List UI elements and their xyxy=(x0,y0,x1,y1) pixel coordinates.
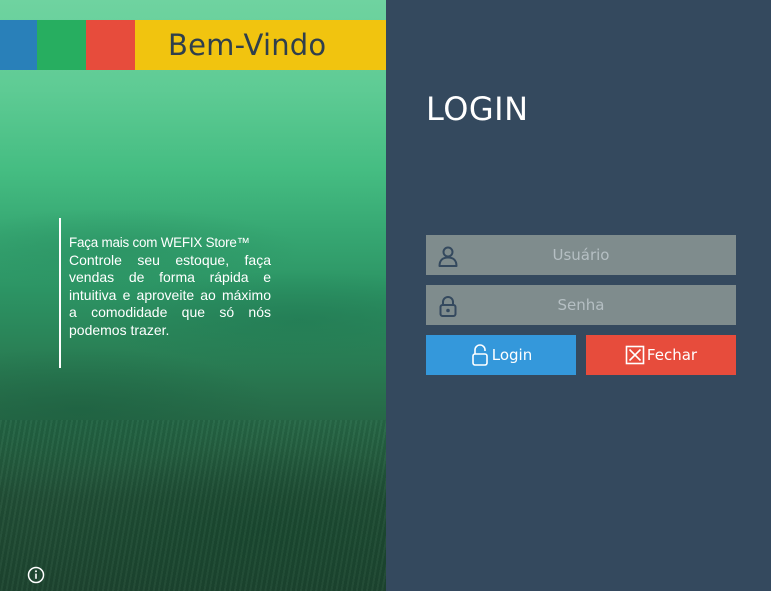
unlock-icon xyxy=(471,344,488,366)
password-field[interactable] xyxy=(426,285,736,325)
username-field[interactable] xyxy=(426,235,736,275)
login-button[interactable]: Login xyxy=(426,335,576,375)
password-input[interactable] xyxy=(426,285,736,325)
username-input[interactable] xyxy=(426,235,736,275)
welcome-banner: Bem-Vindo xyxy=(135,20,386,70)
close-button[interactable]: Fechar xyxy=(586,335,736,375)
login-button-label: Login xyxy=(491,346,533,364)
info-icon[interactable] xyxy=(27,566,45,584)
login-title: LOGIN xyxy=(426,90,529,128)
brand-block-blue xyxy=(0,20,37,70)
brand-color-bar: Bem-Vindo xyxy=(0,20,386,70)
welcome-panel: Bem-Vindo Faça mais com WEFIX Store™ Con… xyxy=(0,0,386,591)
lock-icon xyxy=(439,296,457,317)
grass-texture xyxy=(0,420,386,591)
close-box-icon xyxy=(625,345,645,365)
brand-block-red xyxy=(86,20,135,70)
welcome-title: Bem-Vindo xyxy=(168,28,327,62)
login-panel: LOGIN Login Fechar xyxy=(386,0,771,591)
close-button-label: Fechar xyxy=(646,346,698,364)
user-icon xyxy=(438,246,458,267)
promo-text: Faça mais com WEFIX Store™ Controle seu … xyxy=(69,234,271,340)
promo-body: Controle seu estoque, faça vendas de for… xyxy=(69,251,271,338)
quote-divider xyxy=(59,218,61,368)
brand-block-green xyxy=(37,20,86,70)
promo-headline: Faça mais com WEFIX Store™ xyxy=(69,235,250,250)
